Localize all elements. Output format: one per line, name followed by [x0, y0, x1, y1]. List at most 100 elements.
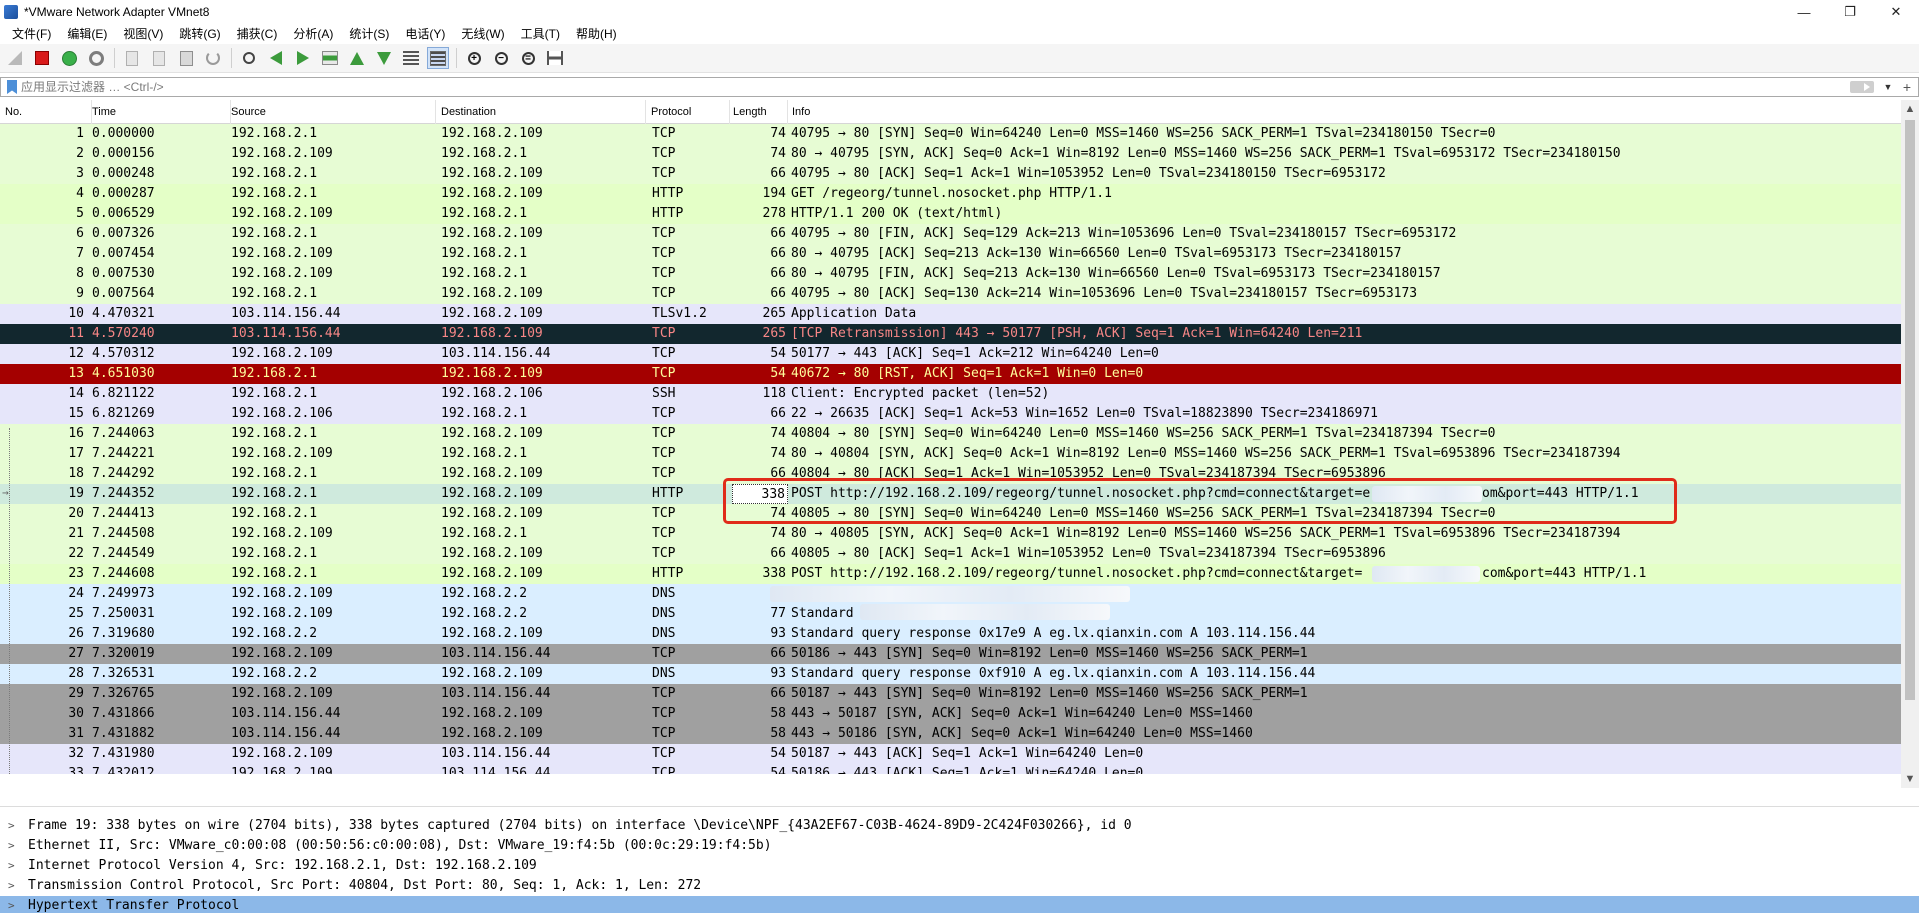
packet-row[interactable]: 18 7.244292 192.168.2.1 192.168.2.109 TCP 66 4… [0, 464, 1901, 484]
packet-row[interactable]: 21 7.244508 192.168.2.109 192.168.2.1 TCP 74 8… [0, 524, 1901, 544]
detail-row-frame[interactable]: > Frame 19: 338 bytes on wire (2704 bits… [0, 816, 1919, 836]
packet-row[interactable]: 33 7.432012 192.168.2.109 103.114.156.44 TCP… [0, 764, 1901, 774]
packet-row[interactable]: 14 6.821122 192.168.2.1 192.168.2.106 SSH 118… [0, 384, 1901, 404]
find-packet-button[interactable] [238, 47, 260, 69]
packet-row[interactable]: 13 4.651030 192.168.2.1 192.168.2.109 TCP 54 4… [0, 364, 1901, 384]
packet-row[interactable]: 25 7.250031 192.168.2.109 192.168.2.2 DNS 77 S… [0, 604, 1901, 624]
packet-row[interactable]: 11 4.570240 103.114.156.44 192.168.2.109 TCP… [0, 324, 1901, 344]
scroll-down-icon[interactable]: ▼ [1901, 770, 1919, 788]
packet-row[interactable]: 17 7.244221 192.168.2.109 192.168.2.1 TCP 74 8… [0, 444, 1901, 464]
expand-chevron-icon[interactable]: > [8, 836, 15, 856]
column-header-destination[interactable]: Destination [436, 100, 646, 124]
packet-source: 192.168.2.1 [231, 486, 318, 501]
column-header-length[interactable]: Length [728, 100, 788, 124]
expand-chevron-icon[interactable]: > [8, 816, 15, 836]
column-header-time[interactable]: Time [87, 100, 231, 124]
packet-row-selected[interactable]: 19 7.244352 192.168.2.1 192.168.2.109 HTTP 33… [0, 484, 1901, 504]
column-header-protocol[interactable]: Protocol [646, 100, 730, 124]
packet-row[interactable]: 4 0.000287 192.168.2.1 192.168.2.109 HTTP 194… [0, 184, 1901, 204]
expand-chevron-icon[interactable]: > [8, 856, 15, 876]
packet-row[interactable]: 31 7.431882 103.114.156.44 192.168.2.109 TCP… [0, 724, 1901, 744]
zoom-in-button[interactable]: + [463, 47, 485, 69]
menu-edit[interactable]: 编辑(E) [59, 24, 115, 44]
column-header-source[interactable]: Source [226, 100, 436, 124]
zoom-out-button[interactable]: − [490, 47, 512, 69]
detail-row-ipv4[interactable]: > Internet Protocol Version 4, Src: 192.… [0, 856, 1919, 876]
packet-time: 0.006529 [92, 206, 155, 221]
column-header-no[interactable]: No. [0, 100, 92, 124]
packet-row[interactable]: 28 7.326531 192.168.2.2 192.168.2.109 DNS 93 S… [0, 664, 1901, 684]
packet-row[interactable]: 16 7.244063 192.168.2.1 192.168.2.109 TCP 74 4… [0, 424, 1901, 444]
packet-row[interactable]: 15 6.821269 192.168.2.106 192.168.2.1 TCP 66 2… [0, 404, 1901, 424]
packet-row[interactable]: 8 0.007530 192.168.2.109 192.168.2.1 TCP 66 80… [0, 264, 1901, 284]
menu-file[interactable]: 文件(F) [4, 24, 59, 44]
first-packet-button[interactable] [346, 47, 368, 69]
menu-statistics[interactable]: 统计(S) [341, 24, 397, 44]
packet-row[interactable]: 24 7.249973 192.168.2.109 192.168.2.2 DNS [0, 584, 1901, 604]
packet-row[interactable]: 7 0.007454 192.168.2.109 192.168.2.1 TCP 66 80… [0, 244, 1901, 264]
vertical-scroll-thumb[interactable] [1905, 120, 1915, 700]
packet-row[interactable]: 5 0.006529 192.168.2.109 192.168.2.1 HTTP 278… [0, 204, 1901, 224]
minimize-button[interactable]: — [1781, 0, 1827, 24]
last-packet-button[interactable] [373, 47, 395, 69]
expand-chevron-icon[interactable]: > [8, 896, 15, 913]
packet-row[interactable]: 29 7.326765 192.168.2.109 103.114.156.44 TCP… [0, 684, 1901, 704]
pane-splitter[interactable] [0, 806, 1919, 816]
resize-columns-button[interactable] [544, 47, 566, 69]
close-window-button[interactable]: ✕ [1873, 0, 1919, 24]
packet-row[interactable]: 20 7.244413 192.168.2.1 192.168.2.109 TCP 74 4… [0, 504, 1901, 524]
expand-chevron-icon[interactable]: > [8, 876, 15, 896]
menu-telephony[interactable]: 电话(Y) [397, 24, 453, 44]
detail-row-ethernet[interactable]: > Ethernet II, Src: VMware_c0:00:08 (00:… [0, 836, 1919, 856]
filter-bookmark-icon[interactable] [7, 80, 17, 94]
packet-destination: 103.114.156.44 [441, 686, 551, 701]
stop-capture-button[interactable] [31, 47, 53, 69]
packet-row[interactable]: 12 4.570312 192.168.2.109 103.114.156.44 TCP… [0, 344, 1901, 364]
packet-row[interactable]: 1 0.000000 192.168.2.1 192.168.2.109 TCP 74 40… [0, 124, 1901, 144]
packet-row[interactable]: 3 0.000248 192.168.2.1 192.168.2.109 TCP 66 40… [0, 164, 1901, 184]
open-file-button[interactable] [121, 47, 143, 69]
restart-capture-button[interactable] [58, 47, 80, 69]
packet-row[interactable]: 32 7.431980 192.168.2.109 103.114.156.44 TCP… [0, 744, 1901, 764]
packet-row[interactable]: 23 7.244608 192.168.2.1 192.168.2.109 HTTP 33… [0, 564, 1901, 584]
reload-file-button[interactable] [202, 47, 224, 69]
packet-destination: 103.114.156.44 [441, 346, 551, 361]
restore-button[interactable]: ❐ [1827, 0, 1873, 24]
menu-tools[interactable]: 工具(T) [513, 24, 568, 44]
packet-row[interactable]: 22 7.244549 192.168.2.1 192.168.2.109 TCP 66 4… [0, 544, 1901, 564]
packet-row[interactable]: 27 7.320019 192.168.2.109 103.114.156.44 TCP… [0, 644, 1901, 664]
filter-history-dropdown[interactable]: ▼ [1882, 82, 1894, 92]
add-filter-button-icon[interactable]: + [1900, 79, 1914, 95]
packet-row[interactable]: 9 0.007564 192.168.2.1 192.168.2.109 TCP 66 40… [0, 284, 1901, 304]
go-back-button[interactable] [265, 47, 287, 69]
menu-view[interactable]: 视图(V) [115, 24, 171, 44]
capture-options-button[interactable] [85, 47, 107, 69]
column-header-info[interactable]: Info [787, 100, 1901, 124]
start-capture-button[interactable] [4, 47, 26, 69]
menu-analyze[interactable]: 分析(A) [285, 24, 341, 44]
detail-row-tcp[interactable]: > Transmission Control Protocol, Src Por… [0, 876, 1919, 896]
menu-help[interactable]: 帮助(H) [568, 24, 625, 44]
display-filter-input[interactable] [21, 78, 1850, 96]
menu-capture[interactable]: 捕获(C) [229, 24, 286, 44]
packet-row[interactable]: 2 0.000156 192.168.2.109 192.168.2.1 TCP 74 80… [0, 144, 1901, 164]
packet-row[interactable]: 30 7.431866 103.114.156.44 192.168.2.109 TCP… [0, 704, 1901, 724]
menu-wireless[interactable]: 无线(W) [453, 24, 512, 44]
packet-destination: 192.168.2.109 [441, 426, 543, 441]
packet-list-vertical-scrollbar[interactable]: ▲ ▼ [1901, 100, 1919, 788]
packet-row[interactable]: 6 0.007326 192.168.2.1 192.168.2.109 TCP 66 40… [0, 224, 1901, 244]
zoom-normal-button[interactable]: = [517, 47, 539, 69]
scroll-up-icon[interactable]: ▲ [1901, 100, 1919, 118]
go-forward-button[interactable] [292, 47, 314, 69]
colorize-button[interactable] [427, 47, 449, 69]
detail-row-http[interactable]: > Hypertext Transfer Protocol [0, 896, 1919, 913]
apply-filter-button[interactable] [1850, 81, 1874, 93]
save-file-button[interactable] [148, 47, 170, 69]
auto-scroll-button[interactable] [400, 47, 422, 69]
packet-row[interactable]: 26 7.319680 192.168.2.2 192.168.2.109 DNS 93 S… [0, 624, 1901, 644]
packet-row[interactable]: 10 4.470321 103.114.156.44 192.168.2.109 TLS… [0, 304, 1901, 324]
close-file-button[interactable] [175, 47, 197, 69]
packet-time: 7.244352 [92, 486, 155, 501]
go-to-packet-button[interactable] [319, 47, 341, 69]
menu-go[interactable]: 跳转(G) [171, 24, 228, 44]
